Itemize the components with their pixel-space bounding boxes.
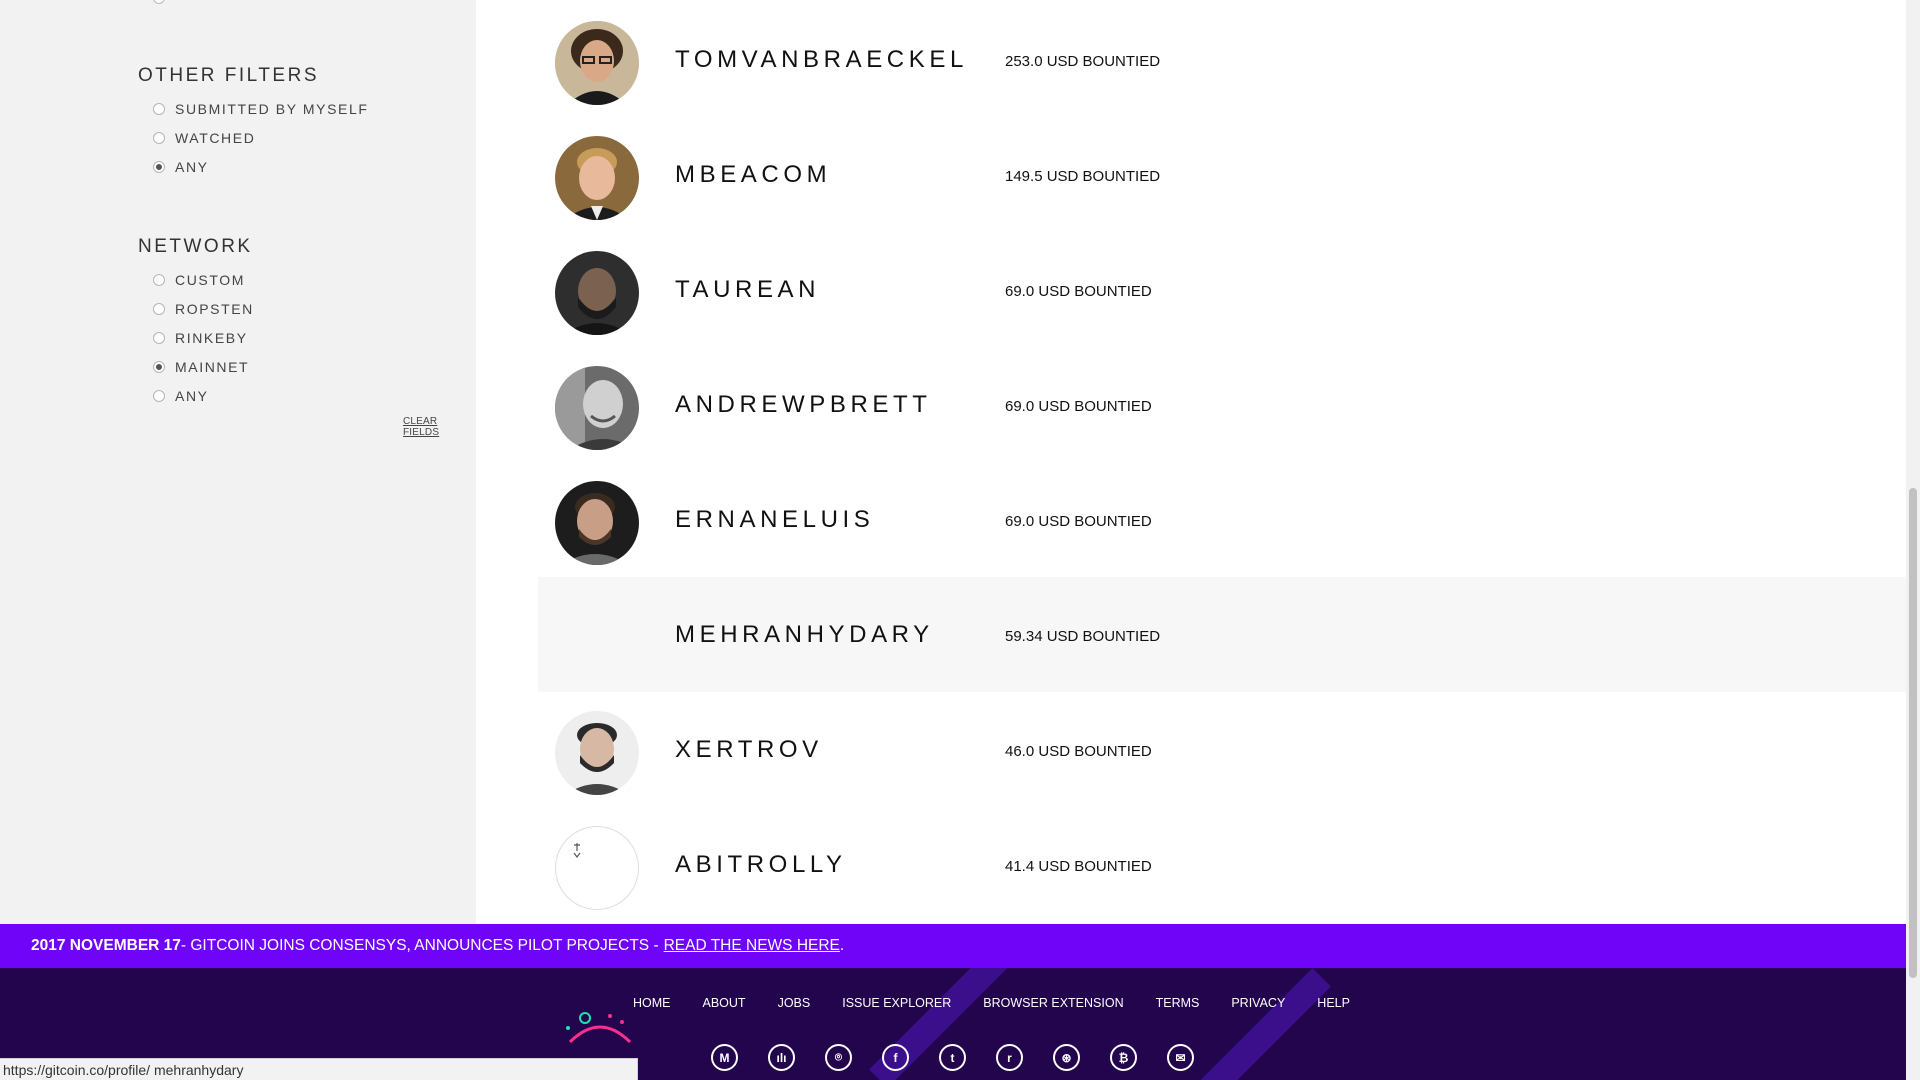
footer-link-jobs[interactable]: JOBS [778,996,811,1010]
news-date: 2017 NOVEMBER 17 [31,937,181,954]
username[interactable]: XERTROV [675,736,823,764]
clear-fields-link[interactable]: CLEAR FIELDS [403,416,476,438]
slack-icon[interactable]: ⊛ [1053,1044,1080,1071]
leaderboard-row[interactable]: ANDREWPBRETT 69.0 USD BOUNTIED [538,347,1906,462]
reddit-icon[interactable]: r [996,1044,1023,1071]
footer-link-issue-explorer[interactable]: ISSUE EXPLORER [842,996,951,1010]
filter-submitted-by-myself[interactable]: SUBMITTED BY MYSELF [153,99,369,119]
radio-label: ANY [175,159,209,175]
radio-button[interactable] [153,361,165,373]
facebook-icon[interactable]: f [882,1044,909,1071]
bounty-amount: 46.0 USD BOUNTIED [1005,743,1152,760]
medium-icon[interactable]: M [711,1044,738,1071]
scrollbar-thumb[interactable] [1909,488,1917,978]
avatar[interactable] [555,366,639,450]
news-banner: 2017 NOVEMBER 17 - GITCOIN JOINS CONSENS… [0,924,1906,968]
radio-label: RINKEBY [175,330,248,346]
footer-link-terms[interactable]: TERMS [1156,996,1200,1010]
leaderboard-row[interactable]: TAUREAN 69.0 USD BOUNTIED [538,232,1906,347]
network-custom[interactable]: CUSTOM [153,270,245,290]
avatar[interactable] [555,711,639,795]
network-ropsten[interactable]: ROPSTEN [153,299,254,319]
footer-link-privacy[interactable]: PRIVACY [1231,996,1285,1010]
avatar[interactable] [555,21,639,105]
footer-nav: HOME ABOUT JOBS ISSUE EXPLORER BROWSER E… [633,996,1382,1010]
bitcoin-icon[interactable]: ₿ [1110,1044,1137,1071]
other-filters-title: OTHER FILTERS [138,65,319,86]
radio-partial-offscreen[interactable] [153,0,165,4]
filter-any[interactable]: ANY [153,157,209,177]
github-icon[interactable]: ⌾ [825,1044,852,1071]
radio-label: CUSTOM [175,272,246,288]
radio-button[interactable] [153,274,165,286]
footer-link-browser-extension[interactable]: BROWSER EXTENSION [983,996,1123,1010]
leaderboard-row[interactable]: ABITROLLY 41.4 USD BOUNTIED [538,807,1906,922]
username[interactable]: ABITROLLY [675,851,847,879]
username[interactable]: TOMVANBRAECKEL [675,46,968,74]
network-rinkeby[interactable]: RINKEBY [153,328,248,348]
bounty-amount: 41.4 USD BOUNTIED [1005,858,1152,875]
radio-button[interactable] [153,161,165,173]
bounty-amount: 59.34 USD BOUNTIED [1005,628,1161,645]
radio-button[interactable] [153,390,165,402]
leaderboard-row[interactable]: MBEACOM 149.5 USD BOUNTIED [538,117,1906,232]
twitter-icon[interactable]: t [939,1044,966,1071]
network-title: NETWORK [138,236,253,257]
username[interactable]: MEHRANHYDARY [675,621,934,649]
bounty-amount: 149.5 USD BOUNTIED [1005,168,1161,185]
social-links: M ılı ⌾ f t r ⊛ ₿ ✉ [711,1044,1224,1071]
leaderboard-row[interactable]: TOMVANBRAECKEL 253.0 USD BOUNTIED [538,2,1906,117]
network-mainnet[interactable]: MAINNET [153,357,249,377]
page-scrollbar[interactable] [1906,0,1920,1080]
username[interactable]: ERNANELUIS [675,506,874,534]
email-icon[interactable]: ✉ [1167,1044,1194,1071]
leaderboard-row[interactable]: MEHRANHYDARY 59.34 USD BOUNTIED [538,577,1906,692]
read-news-link[interactable]: READ THE NEWS HERE [664,937,840,955]
avatar[interactable] [555,251,639,335]
username[interactable]: TAUREAN [675,276,820,304]
radio-button[interactable] [153,103,165,115]
filter-watched[interactable]: WATCHED [153,128,255,148]
avatar[interactable] [555,481,639,565]
filters-sidebar: OTHER FILTERS SUBMITTED BY MYSELF WATCHE… [0,0,476,924]
footer-link-home[interactable]: HOME [633,996,671,1010]
avatar[interactable] [555,136,639,220]
network-any[interactable]: ANY [153,386,209,406]
radio-label: ROPSTEN [175,301,254,317]
leaderboard-row[interactable]: XERTROV 46.0 USD BOUNTIED [538,692,1906,807]
footer-link-help[interactable]: HELP [1317,996,1350,1010]
radio-button[interactable] [153,303,165,315]
radio-button[interactable] [153,132,165,144]
radio-label: MAINNET [175,359,250,375]
radio-button[interactable] [153,332,165,344]
radio-label: SUBMITTED BY MYSELF [175,101,369,117]
news-tail: . [839,937,845,954]
bounty-amount: 69.0 USD BOUNTIED [1005,398,1152,415]
footer-link-about[interactable]: ABOUT [703,996,746,1010]
browser-status-url: https://gitcoin.co/profile/ mehranhydary [0,1058,638,1080]
username[interactable]: ANDREWPBRETT [675,391,932,419]
avatar[interactable] [555,826,639,910]
bounty-amount: 69.0 USD BOUNTIED [1005,283,1152,300]
bounty-amount: 253.0 USD BOUNTIED [1005,53,1161,70]
avatar[interactable] [555,596,639,680]
bounty-amount: 69.0 USD BOUNTIED [1005,513,1152,530]
podcast-icon[interactable]: ılı [768,1044,795,1071]
radio-label: ANY [175,388,209,404]
username[interactable]: MBEACOM [675,161,831,189]
news-text: - GITCOIN JOINS CONSENSYS, ANNOUNCES PIL… [180,937,659,954]
radio-label: WATCHED [175,130,256,146]
leaderboard-row[interactable]: ERNANELUIS 69.0 USD BOUNTIED [538,462,1906,577]
